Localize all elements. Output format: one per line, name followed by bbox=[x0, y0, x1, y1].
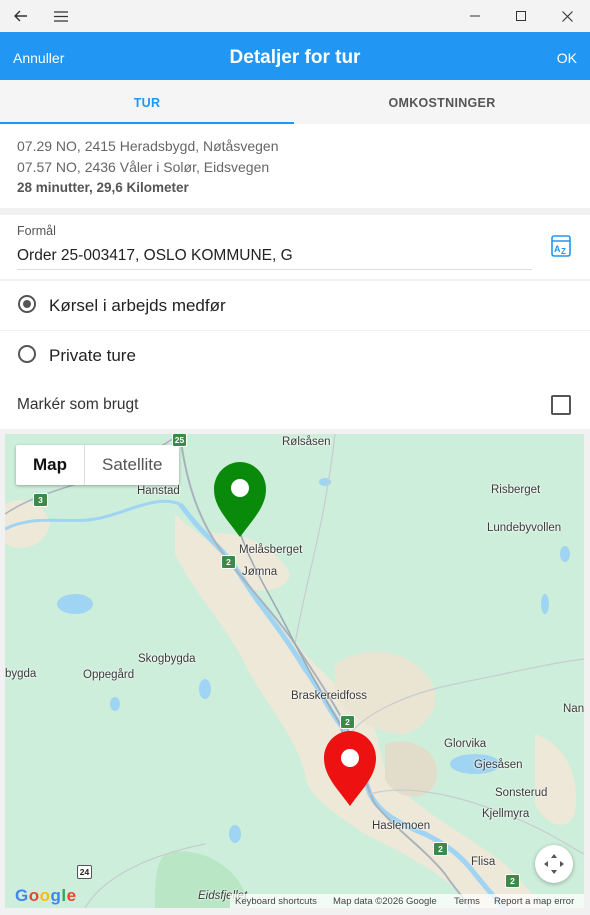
purpose-label: Formål bbox=[17, 224, 56, 238]
mark-used-checkbox[interactable] bbox=[551, 395, 571, 415]
trip-type-private-option[interactable]: Private ture bbox=[0, 331, 590, 380]
road-shield: 24 bbox=[77, 865, 92, 879]
trip-duration-distance: 28 minutter, 29,6 Kilometer bbox=[17, 180, 189, 195]
maximize-icon[interactable] bbox=[498, 0, 544, 32]
my-location-icon bbox=[544, 854, 564, 874]
window-titlebar bbox=[0, 0, 590, 32]
az-sort-icon[interactable]: A Z bbox=[551, 235, 571, 257]
page-title: Detaljer for tur bbox=[229, 47, 361, 68]
trip-end-text: 07.57 NO, 2436 Våler i Solør, Eidsvegen bbox=[17, 159, 270, 175]
purpose-field-container: Formål Order 25-003417, OSLO KOMMUNE, G bbox=[0, 215, 590, 279]
road-shield: 2 bbox=[433, 842, 448, 856]
road-shield: 3 bbox=[33, 493, 48, 507]
mark-used-label: Markér som brugt bbox=[17, 396, 139, 413]
place-label: Gjesåsen bbox=[474, 759, 523, 771]
back-arrow-icon[interactable] bbox=[8, 0, 34, 32]
place-label: Skogbygda bbox=[138, 653, 196, 665]
svg-text:A: A bbox=[554, 244, 561, 254]
place-label: Lundebyvollen bbox=[487, 522, 562, 534]
my-location-button[interactable] bbox=[535, 845, 573, 883]
place-label: Haslemoen bbox=[372, 820, 431, 832]
road-shield: 2 bbox=[340, 715, 355, 729]
map-data-text: Map data ©2026 Google bbox=[333, 896, 437, 907]
trip-type-business-option[interactable]: Kørsel i arbejds medfør bbox=[0, 281, 590, 330]
place-label: Braskereidfoss bbox=[291, 690, 368, 702]
tab-omkostninger[interactable]: OMKOSTNINGER bbox=[294, 80, 590, 124]
place-label: Flisa bbox=[471, 856, 496, 868]
ok-button[interactable]: OK bbox=[557, 32, 577, 84]
road-shield: 2 bbox=[505, 874, 520, 888]
place-label: Sonsterud bbox=[495, 787, 548, 799]
business-option-label: Kørsel i arbejds medfør bbox=[49, 296, 226, 315]
report-map-error-link[interactable]: Report a map error bbox=[494, 896, 574, 907]
trip-start-text: 07.29 NO, 2415 Heradsbygd, Nøtåsvegen bbox=[17, 138, 279, 154]
map-type-satellite-button[interactable]: Satellite bbox=[85, 445, 179, 485]
minimize-icon[interactable] bbox=[452, 0, 498, 32]
map-type-control: Map Satellite bbox=[16, 445, 180, 485]
road-shield: 2 bbox=[221, 555, 236, 569]
place-label: Hanstad bbox=[137, 485, 180, 497]
place-label: Rølsåsen bbox=[282, 436, 331, 448]
place-label: Oppegård bbox=[83, 669, 135, 681]
road-shield: 25 bbox=[172, 434, 187, 447]
tab-bar: TUR OMKOSTNINGER bbox=[0, 80, 590, 124]
place-label: Kjellmyra bbox=[482, 808, 530, 820]
app-header: Annuller Detaljer for tur OK bbox=[0, 32, 590, 80]
place-label: Melåsberget bbox=[239, 544, 303, 556]
cancel-button[interactable]: Annuller bbox=[13, 32, 64, 84]
map-type-map-button[interactable]: Map bbox=[16, 445, 85, 485]
mark-used-row[interactable]: Markér som brugt bbox=[0, 380, 590, 429]
place-label: Jømna bbox=[242, 566, 278, 578]
private-option-label: Private ture bbox=[49, 346, 136, 365]
place-label: Risberget bbox=[491, 484, 541, 496]
map-footer: Keyboard shortcuts Map data ©2026 Google… bbox=[5, 894, 584, 908]
close-icon[interactable] bbox=[544, 0, 590, 32]
hamburger-menu-icon[interactable] bbox=[48, 0, 74, 32]
place-label: Nan bbox=[563, 703, 584, 715]
terms-link[interactable]: Terms bbox=[454, 896, 480, 907]
route-map[interactable]: Map Satellite 25 3 2 2 2 2 24 Rølsåsen H… bbox=[5, 434, 584, 908]
tab-tur[interactable]: TUR bbox=[0, 80, 294, 124]
place-label: bygda bbox=[5, 668, 37, 680]
radio-unselected-icon[interactable] bbox=[18, 345, 36, 363]
svg-text:Z: Z bbox=[561, 247, 566, 256]
place-label: Glorvika bbox=[444, 738, 487, 750]
trip-summary: 07.29 NO, 2415 Heradsbygd, Nøtåsvegen 07… bbox=[0, 124, 590, 208]
purpose-input[interactable]: Order 25-003417, OSLO KOMMUNE, G bbox=[17, 247, 532, 270]
radio-selected-icon[interactable] bbox=[18, 295, 36, 313]
keyboard-shortcuts-link[interactable]: Keyboard shortcuts bbox=[235, 896, 317, 907]
